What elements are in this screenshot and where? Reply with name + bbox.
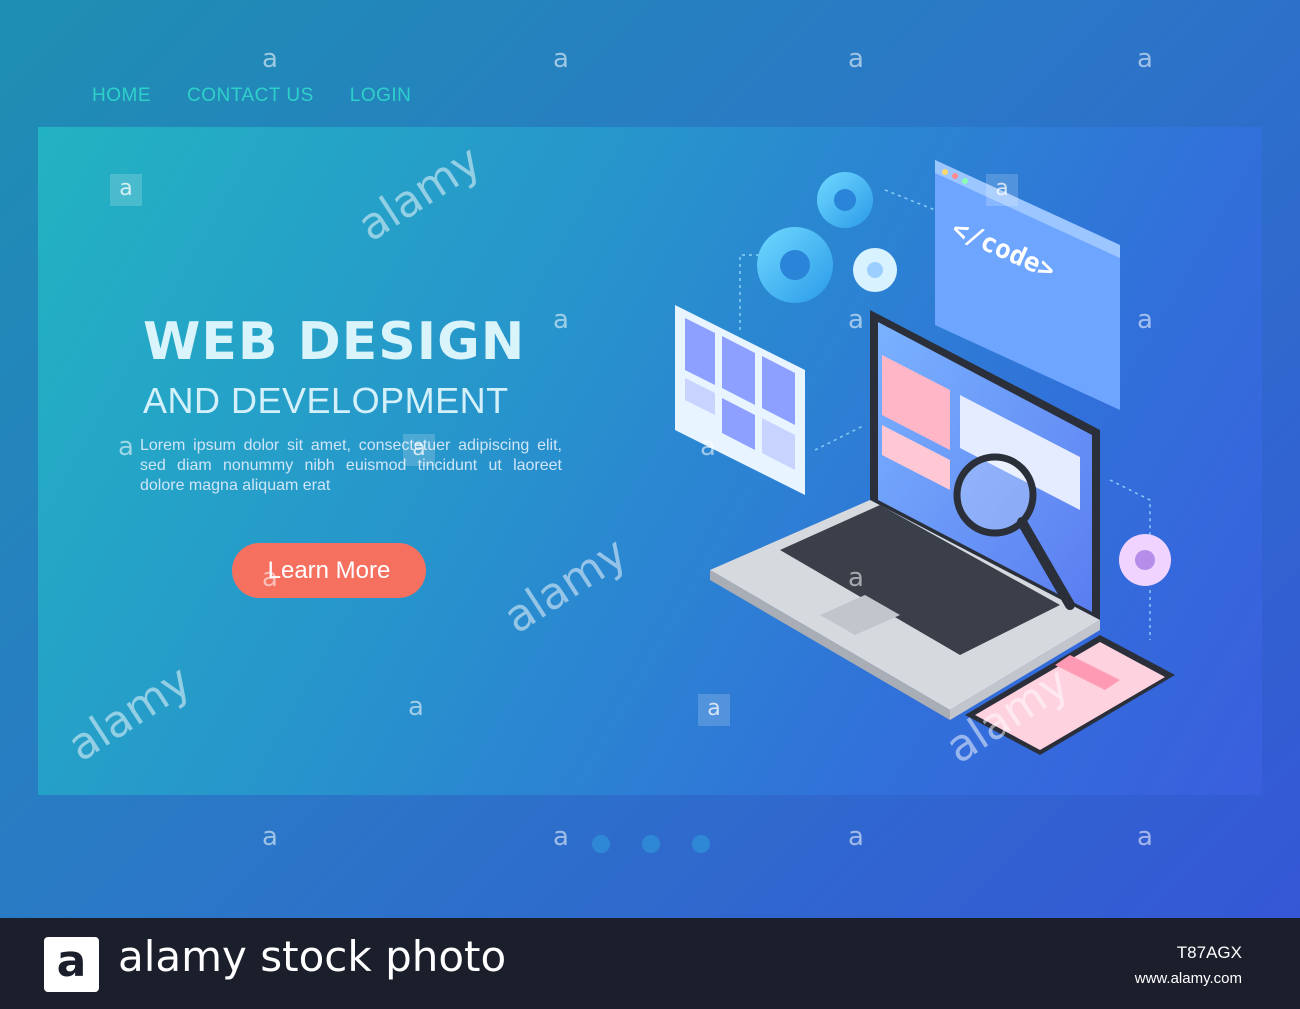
- watermark-letter: a: [986, 174, 1018, 206]
- watermark-letter: a: [553, 44, 569, 74]
- watermark-letter: a: [553, 822, 569, 852]
- footer-image-id: T87AGX: [1176, 943, 1242, 962]
- watermark-letter: a: [118, 432, 134, 462]
- hero-subtitle: AND DEVELOPMENT: [143, 380, 509, 421]
- gear-icon: [757, 172, 897, 303]
- carousel-dots: [592, 835, 710, 853]
- gear-icon: [1119, 534, 1171, 586]
- nav-login-link[interactable]: LOGIN: [350, 85, 412, 107]
- carousel-dot[interactable]: [692, 835, 710, 853]
- watermark-letter: a: [110, 174, 142, 206]
- watermark-letter: a: [848, 822, 864, 852]
- landing-page: HOME CONTACT US LOGIN WEB DESIGN AND DEV…: [0, 0, 1300, 918]
- watermark-letter: a: [403, 434, 435, 466]
- carousel-dot[interactable]: [642, 835, 660, 853]
- watermark-letter: a: [1137, 822, 1153, 852]
- watermark-letter: a: [698, 694, 730, 726]
- hero-title: WEB DESIGN: [143, 312, 526, 372]
- watermark-letter: a: [553, 305, 569, 335]
- carousel-dot[interactable]: [592, 835, 610, 853]
- hero-description: Lorem ipsum dolor sit amet, consectetuer…: [140, 437, 562, 494]
- watermark-letter: a: [408, 692, 424, 722]
- watermark-letter: a: [1137, 44, 1153, 74]
- watermark-letter: a: [848, 44, 864, 74]
- watermark-letter: a: [262, 563, 278, 593]
- watermark-letter: a: [700, 432, 716, 462]
- watermark-letter: a: [262, 44, 278, 74]
- watermark-letter: a: [848, 563, 864, 593]
- nav-home-link[interactable]: HOME: [92, 85, 151, 107]
- watermark-letter: a: [848, 305, 864, 335]
- watermark-letter: a: [1137, 305, 1153, 335]
- alamy-logo-icon: a: [44, 937, 99, 992]
- web-dev-illustration: </code>: [675, 160, 1175, 755]
- nav-contact-link[interactable]: CONTACT US: [187, 85, 314, 107]
- top-nav: HOME CONTACT US LOGIN: [92, 85, 411, 107]
- footer-url: www.alamy.com: [1134, 970, 1242, 987]
- watermark-letter: a: [262, 822, 278, 852]
- footer-brand: alamy stock photo: [118, 932, 507, 981]
- layout-grid-icon: [675, 305, 805, 495]
